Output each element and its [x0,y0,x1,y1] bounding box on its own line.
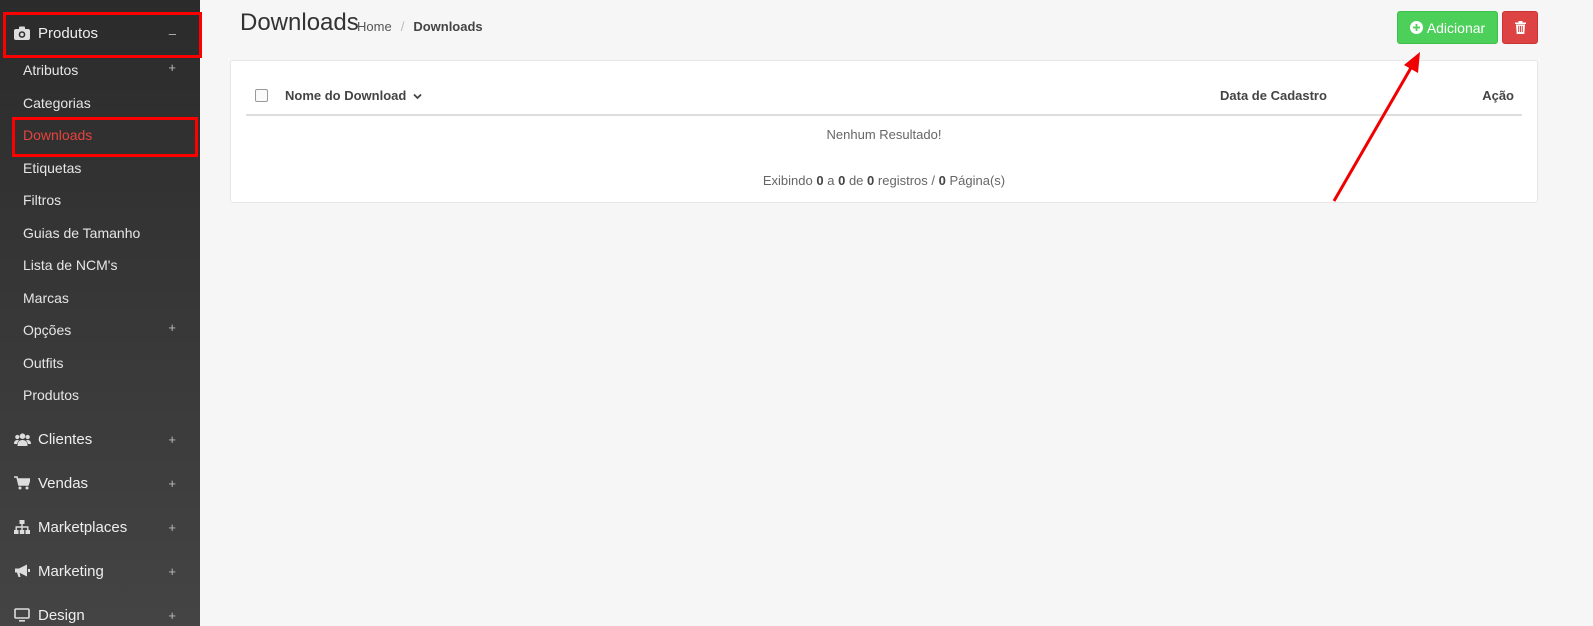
sidebar-item-label: Produtos [23,387,80,404]
column-header-date[interactable]: Data de Cadastro [1220,88,1327,103]
breadcrumb-home[interactable]: Home [357,19,392,34]
users-icon [12,432,32,446]
sidebar-item-downloads[interactable]: Downloads [0,119,200,152]
breadcrumb-current: Downloads [413,19,483,34]
delete-button[interactable] [1502,11,1538,44]
expand-icon[interactable]: + [168,432,176,447]
expand-icon[interactable]: + [168,60,176,75]
sidebar-item-opcoes[interactable]: Opções + [0,314,200,347]
sidebar: Produtos – Atributos + Categorias Downlo… [0,0,200,626]
pagination-summary: Exibindo 0 a 0 de 0 registros / 0 Página… [231,173,1537,188]
sidebar-section-clientes[interactable]: Clientes + [0,417,200,461]
sidebar-item-label: Marcas [23,289,69,306]
sidebar-item-atributos[interactable]: Atributos + [0,54,200,87]
monitor-icon [12,608,32,622]
sidebar-section-design[interactable]: Design + [0,593,200,626]
sidebar-section-label: Design [38,606,85,624]
sidebar-item-categorias[interactable]: Categorias [0,87,200,120]
cart-icon [12,476,32,490]
select-all-checkbox[interactable] [255,89,268,102]
pager-de: de [848,173,864,188]
collapse-icon[interactable]: – [169,26,176,41]
sidebar-item-marcas[interactable]: Marcas [0,282,200,315]
sidebar-section-label: Marketing [38,562,104,580]
pager-to: 0 [838,173,846,188]
plus-circle-icon [1409,21,1423,34]
expand-icon[interactable]: + [168,564,176,579]
sidebar-section-label: Marketplaces [38,518,128,536]
sidebar-section-marketplaces[interactable]: Marketplaces + [0,505,200,549]
sitemap-icon [12,520,32,534]
megaphone-icon [12,564,32,578]
breadcrumb-separator: / [400,19,405,34]
pager-from: 0 [816,173,824,188]
sidebar-section-label: Vendas [38,474,89,492]
pager-paginas: Página(s) [949,173,1006,188]
sidebar-section-label: Produtos [38,24,99,42]
pager-total: 0 [867,173,875,188]
add-button[interactable]: Adicionar [1397,11,1498,44]
sidebar-item-produtos[interactable]: Produtos [0,379,200,412]
pager-pages: 0 [938,173,946,188]
camera-icon [12,26,32,40]
pager-registros: registros / [877,173,935,188]
column-header-action: Ação [1482,88,1514,103]
pager-prefix: Exibindo [762,173,813,188]
header-divider [246,114,1522,116]
sidebar-item-label: Downloads [23,127,93,144]
column-header-name[interactable]: Nome do Download [285,88,422,103]
sidebar-item-label: Filtros [23,192,62,209]
sidebar-item-outfits[interactable]: Outfits [0,347,200,380]
expand-icon[interactable]: + [168,608,176,623]
sidebar-item-lista-de-ncms[interactable]: Lista de NCM's [0,249,200,282]
sort-chevron-icon [413,88,422,103]
sidebar-item-guias-de-tamanho[interactable]: Guias de Tamanho [0,217,200,250]
empty-message: Nenhum Resultado! [826,127,942,142]
column-header-name-label: Nome do Download [285,88,407,103]
sidebar-item-label: Categorias [23,94,91,111]
sidebar-item-label: Etiquetas [23,159,82,176]
downloads-panel: Nome do Download Data de Cadastro Ação N… [230,60,1538,203]
sidebar-item-label: Guias de Tamanho [23,224,141,241]
expand-icon[interactable]: + [168,520,176,535]
expand-icon[interactable]: + [168,476,176,491]
sidebar-item-filtros[interactable]: Filtros [0,184,200,217]
sidebar-section-produtos[interactable]: Produtos – [0,11,200,55]
sidebar-item-label: Outfits [23,354,64,371]
breadcrumb: Home / Downloads [357,19,483,34]
sidebar-item-etiquetas[interactable]: Etiquetas [0,152,200,185]
sidebar-item-label: Atributos [23,62,79,79]
sidebar-section-label: Clientes [38,430,93,448]
sidebar-item-label: Opções [23,322,72,339]
sidebar-item-label: Lista de NCM's [23,257,118,274]
pager-a: a [827,173,835,188]
expand-icon[interactable]: + [168,320,176,335]
sidebar-section-vendas[interactable]: Vendas + [0,461,200,505]
sidebar-section-marketing[interactable]: Marketing + [0,549,200,593]
trash-icon [1514,21,1526,34]
add-button-label: Adicionar [1426,19,1486,36]
page-title: Downloads [240,9,359,36]
